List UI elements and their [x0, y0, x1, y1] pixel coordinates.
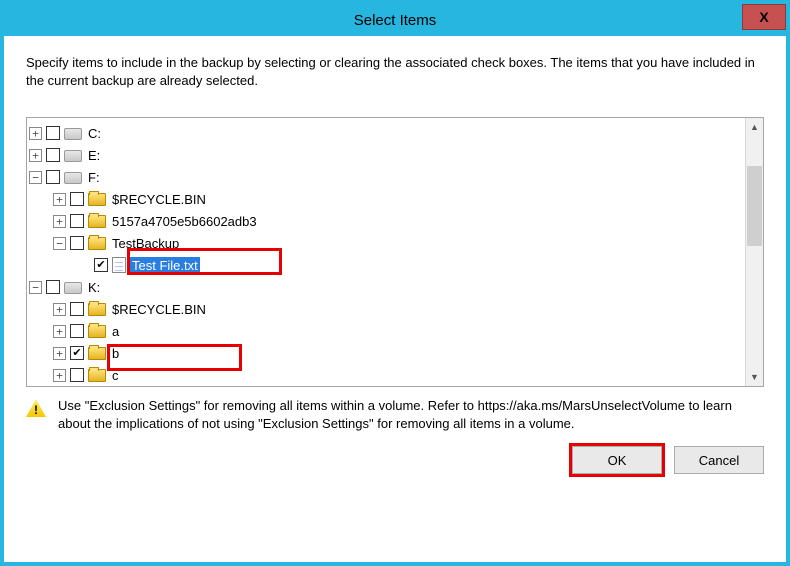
folder-icon: [88, 193, 106, 206]
ok-button[interactable]: OK: [572, 446, 662, 474]
checkbox[interactable]: [70, 214, 84, 228]
node-label: $RECYCLE.BIN: [110, 301, 208, 318]
tree-node-drive-k[interactable]: − K:: [29, 276, 743, 298]
node-label: c: [110, 367, 121, 384]
checkbox[interactable]: [46, 148, 60, 162]
cancel-button[interactable]: Cancel: [674, 446, 764, 474]
tree-node-folder[interactable]: + $RECYCLE.BIN: [29, 188, 743, 210]
warning-icon: [26, 399, 46, 417]
collapse-icon[interactable]: −: [29, 171, 42, 184]
node-label: $RECYCLE.BIN: [110, 191, 208, 208]
checkbox[interactable]: [70, 324, 84, 338]
expand-spacer: +: [77, 259, 90, 272]
node-label: TestBackup: [110, 235, 181, 252]
info-text: Use "Exclusion Settings" for removing al…: [58, 397, 764, 432]
cancel-button-label: Cancel: [699, 453, 739, 468]
node-label: 5157a4705e5b6602adb3: [110, 213, 259, 230]
folder-icon: [88, 215, 106, 228]
expand-icon[interactable]: +: [53, 215, 66, 228]
checkbox[interactable]: [46, 126, 60, 140]
folder-icon: [88, 303, 106, 316]
instructions-text: Specify items to include in the backup b…: [26, 54, 764, 89]
expand-icon[interactable]: +: [53, 193, 66, 206]
tree-node-folder-a[interactable]: + a: [29, 320, 743, 342]
tree-node-folder-c[interactable]: + c: [29, 364, 743, 386]
collapse-icon[interactable]: −: [29, 281, 42, 294]
checkbox[interactable]: [70, 346, 84, 360]
close-button[interactable]: X: [742, 4, 786, 30]
button-row: OK Cancel: [26, 446, 764, 474]
scrollbar[interactable]: ▲ ▼: [745, 118, 763, 386]
folder-icon: [88, 325, 106, 338]
folder-icon: [88, 237, 106, 250]
node-label: Test File.txt: [130, 257, 200, 274]
node-label: E:: [86, 147, 102, 164]
expand-icon[interactable]: +: [53, 369, 66, 382]
tree-node-folder[interactable]: + 5157a4705e5b6602adb3: [29, 210, 743, 232]
node-label: K:: [86, 279, 102, 296]
select-items-dialog: Select Items X Specify items to include …: [0, 0, 790, 566]
tree-node-folder-testbackup[interactable]: − TestBackup: [29, 232, 743, 254]
dialog-title: Select Items: [354, 12, 437, 29]
info-row: Use "Exclusion Settings" for removing al…: [26, 397, 764, 432]
close-icon: X: [759, 9, 768, 25]
checkbox[interactable]: [46, 170, 60, 184]
node-label: a: [110, 323, 121, 340]
checkbox[interactable]: [70, 192, 84, 206]
tree-node-drive-c[interactable]: + C:: [29, 122, 743, 144]
file-icon: [112, 257, 126, 273]
expand-icon[interactable]: +: [53, 303, 66, 316]
collapse-icon[interactable]: −: [53, 237, 66, 250]
expand-icon[interactable]: +: [53, 325, 66, 338]
item-tree[interactable]: + C: + E: − F:: [27, 118, 745, 386]
node-label: C:: [86, 125, 103, 142]
checkbox[interactable]: [70, 302, 84, 316]
checkbox[interactable]: [70, 236, 84, 250]
expand-icon[interactable]: +: [53, 347, 66, 360]
tree-container: + C: + E: − F:: [26, 117, 764, 387]
tree-node-folder-b[interactable]: + b: [29, 342, 743, 364]
scroll-down-button[interactable]: ▼: [746, 368, 763, 386]
drive-icon: [64, 172, 82, 184]
checkbox[interactable]: [46, 280, 60, 294]
drive-icon: [64, 282, 82, 294]
ok-button-label: OK: [608, 453, 627, 468]
drive-icon: [64, 150, 82, 162]
checkbox[interactable]: [94, 258, 108, 272]
tree-node-drive-e[interactable]: + E:: [29, 144, 743, 166]
tree-node-folder[interactable]: + $RECYCLE.BIN: [29, 298, 743, 320]
scroll-up-button[interactable]: ▲: [746, 118, 763, 136]
folder-icon: [88, 347, 106, 360]
tree-node-drive-f[interactable]: − F:: [29, 166, 743, 188]
titlebar: Select Items X: [4, 4, 786, 36]
node-label: F:: [86, 169, 102, 186]
expand-icon[interactable]: +: [29, 127, 42, 140]
scroll-track[interactable]: [746, 136, 763, 368]
drive-icon: [64, 128, 82, 140]
folder-icon: [88, 369, 106, 382]
tree-node-file-testfile[interactable]: + Test File.txt: [29, 254, 743, 276]
scroll-thumb[interactable]: [747, 166, 762, 246]
node-label: b: [110, 345, 121, 362]
checkbox[interactable]: [70, 368, 84, 382]
expand-icon[interactable]: +: [29, 149, 42, 162]
dialog-body: Specify items to include in the backup b…: [4, 36, 786, 562]
